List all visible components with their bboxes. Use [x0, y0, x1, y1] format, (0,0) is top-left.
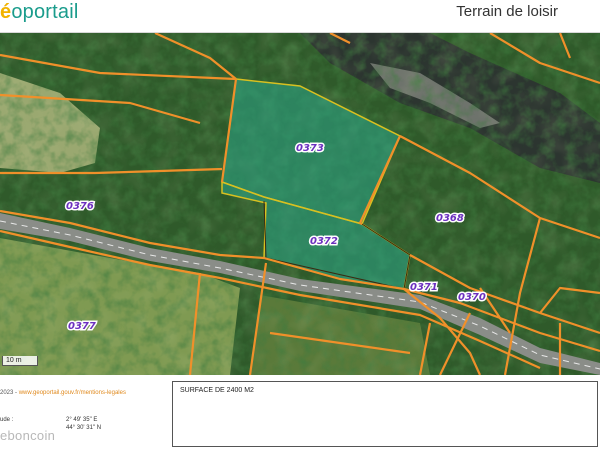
logo-text: oportail [11, 1, 79, 23]
legal-mentions-link[interactable]: www.geoportail.gouv.fr/mentions-legales [19, 390, 126, 396]
map-view[interactable]: 0373 0373 0372 0372 0376 0376 0368 0368 … [0, 33, 600, 375]
longitude-row: ude : 2° 49' 35" E [0, 417, 97, 423]
parcel-label-0368[interactable]: 0368 [436, 213, 464, 224]
parcel-label-0370[interactable]: 0370 [458, 292, 486, 303]
scale-bar: 10 m [2, 356, 38, 366]
leboncoin-watermark: eboncoin [0, 428, 56, 443]
header-bar: éoportail Terrain de loisir [0, 0, 600, 33]
copyright-prefix: 2023 - [0, 390, 19, 396]
surface-note-box: SURFACE DE 2400 M2 [172, 381, 598, 447]
parcel-label-0376[interactable]: 0376 [66, 201, 94, 212]
longitude-value: 2° 49' 35" E [66, 417, 98, 423]
geoportail-logo[interactable]: éoportail [0, 0, 79, 24]
footer: 2023 - www.geoportail.gouv.fr/mentions-l… [0, 376, 600, 450]
copyright-line: 2023 - www.geoportail.gouv.fr/mentions-l… [0, 390, 126, 396]
surface-text: SURFACE DE 2400 M2 [180, 387, 254, 394]
logo-mark: é [0, 1, 12, 23]
page-title: Terrain de loisir [456, 3, 558, 20]
longitude-label: ude : [0, 417, 14, 423]
parcel-label-0372[interactable]: 0372 [310, 236, 338, 247]
parcel-label-0371[interactable]: 0371 [410, 282, 438, 293]
latitude-value: 44° 30' 31" N [66, 425, 102, 431]
parcel-label-0377[interactable]: 0377 [68, 321, 96, 332]
aerial-map[interactable]: 0373 0373 0372 0372 0376 0376 0368 0368 … [0, 33, 600, 375]
parcel-label-0373[interactable]: 0373 [296, 143, 324, 154]
